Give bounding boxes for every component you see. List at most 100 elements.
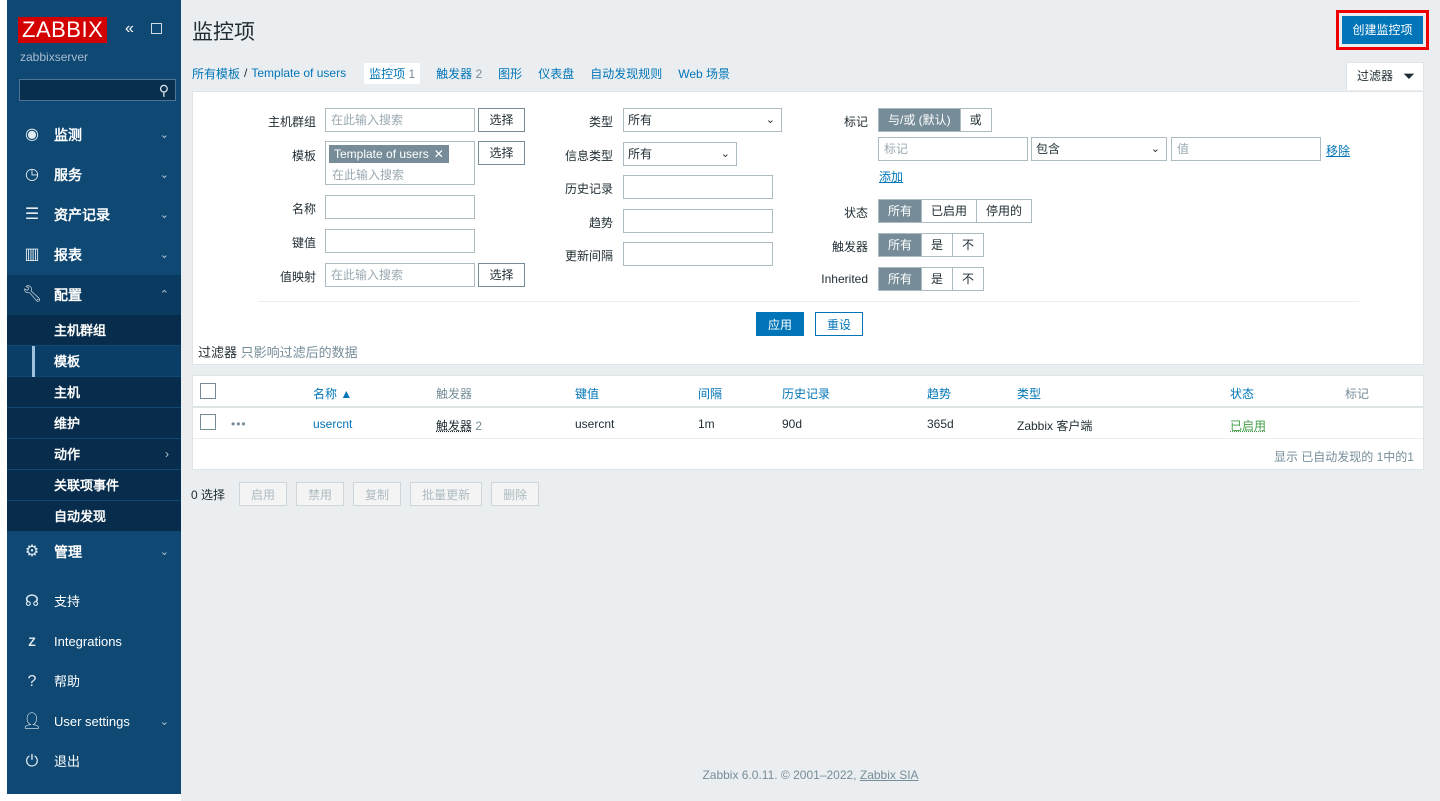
templates-select-button[interactable]: 选择 (478, 141, 525, 165)
copy-button[interactable]: 复制 (353, 482, 402, 506)
breadcrumb-all-templates[interactable]: 所有模板 (192, 65, 240, 82)
tag-add-link[interactable]: 添加 (879, 168, 903, 185)
info-type-select[interactable]: 所有 ⌄ (623, 142, 737, 166)
tab-items[interactable]: 监控项 1 (364, 62, 421, 84)
select-all-checkbox[interactable] (200, 383, 216, 399)
item-status-link[interactable]: 已启用 (1230, 417, 1266, 434)
trends-input[interactable] (623, 209, 773, 233)
host-groups-input[interactable]: 在此输入搜索 (325, 108, 475, 132)
collapse-sidebar-icon[interactable]: « (125, 20, 134, 38)
enable-button[interactable]: 启用 (239, 482, 288, 506)
inherited-label: Inherited (821, 272, 868, 286)
submenu-item-hosts[interactable]: 主机 (7, 377, 181, 408)
triggers-option-no[interactable]: 不 (953, 234, 984, 256)
configuration-submenu: 主机群组 模板 主机 维护 动作 › 关联项事件 自动发现 (7, 315, 181, 532)
create-item-button[interactable]: 创建监控项 (1342, 16, 1423, 44)
history-input[interactable] (623, 175, 773, 199)
row-menu-icon[interactable]: ••• (231, 417, 247, 431)
menu-item-inventory[interactable]: ☰ 资产记录 ⌄ (7, 195, 181, 235)
tags-or-option[interactable]: 或 (960, 109, 991, 131)
kiosk-mode-icon[interactable] (151, 23, 162, 34)
submenu-item-event-correlation[interactable]: 关联项事件 (7, 470, 181, 501)
tag-operator-select[interactable]: 包含 ⌄ (1031, 137, 1167, 161)
inherited-option-all[interactable]: 所有 (879, 268, 923, 290)
tags-and-or-option[interactable]: 与/或 (默认) (879, 109, 961, 131)
inherited-option-yes[interactable]: 是 (922, 268, 954, 290)
submenu-item-discovery[interactable]: 自动发现 (7, 501, 181, 532)
chevron-down-icon: ⌄ (159, 249, 169, 261)
reset-button[interactable]: 重设 (815, 312, 863, 336)
inherited-option-no[interactable]: 不 (953, 268, 984, 290)
tab-triggers[interactable]: 触发器 2 (436, 65, 482, 82)
status-option-enabled[interactable]: 已启用 (922, 200, 978, 222)
col-type[interactable]: 类型 (1017, 385, 1041, 402)
search-icon[interactable]: ⚲ (159, 82, 169, 99)
tab-graphs[interactable]: 图形 (498, 65, 522, 82)
menu-item-monitoring[interactable]: ◉ 监测 ⌄ (7, 115, 181, 155)
footer-link[interactable]: Zabbix SIA (860, 768, 919, 782)
sidebar-search-input[interactable]: ⚲ (19, 79, 176, 101)
menu-item-support[interactable]: ☊ 支持 (7, 582, 181, 622)
host-groups-select-button[interactable]: 选择 (478, 108, 525, 132)
col-trends[interactable]: 趋势 (927, 385, 951, 402)
submenu-item-templates[interactable]: 模板 (7, 346, 181, 377)
menu-item-services[interactable]: ◷ 服务 ⌄ (7, 155, 181, 195)
filter-tab[interactable]: 过滤器 ⏷ (1346, 62, 1424, 90)
row-checkbox[interactable] (200, 414, 216, 430)
menu-item-label: User settings (54, 714, 130, 729)
templates-multiselect[interactable]: Template of users ✕ 在此输入搜索 (325, 141, 475, 185)
templates-search-input[interactable]: 在此输入搜索 (332, 166, 404, 183)
status-option-disabled[interactable]: 停用的 (977, 200, 1032, 222)
col-name[interactable]: 名称 ▲ (313, 385, 352, 402)
main-content: 监控项 创建监控项 所有模板 / Template of users 监控项 1… (181, 0, 1440, 801)
selected-count: 0 选择 (191, 487, 226, 502)
update-interval-input[interactable] (623, 242, 773, 266)
zabbix-logo[interactable]: ZABBIX (18, 17, 108, 43)
menu-item-reports[interactable]: ▥ 报表 ⌄ (7, 235, 181, 275)
col-key[interactable]: 键值 (575, 385, 599, 402)
value-map-input[interactable]: 在此输入搜索 (325, 263, 475, 287)
submenu-item-host-groups[interactable]: 主机群组 (7, 315, 181, 346)
type-select[interactable]: 所有 ⌄ (623, 108, 782, 132)
mass-update-button[interactable]: 批量更新 (410, 482, 483, 506)
question-icon: ? (27, 673, 37, 690)
submenu-item-maintenance[interactable]: 维护 (7, 408, 181, 439)
triggers-option-yes[interactable]: 是 (922, 234, 954, 256)
menu-item-integrations[interactable]: Z Integrations (7, 622, 181, 662)
value-map-select-button[interactable]: 选择 (478, 263, 525, 287)
tag-value-input[interactable]: 值 (1171, 137, 1321, 161)
tag-remove-link[interactable]: 移除 (1326, 142, 1350, 159)
breadcrumb-template[interactable]: Template of users (251, 66, 346, 80)
status-option-all[interactable]: 所有 (879, 200, 923, 222)
name-input[interactable] (325, 195, 475, 219)
tab-discovery-rules[interactable]: 自动发现规则 (590, 65, 662, 82)
chevron-down-icon: ⌄ (159, 209, 169, 221)
tag-name-input[interactable]: 标记 (878, 137, 1028, 161)
menu-item-configuration[interactable]: 🔧︎ 配置 ⌃ (7, 275, 181, 315)
menu-item-help[interactable]: ? 帮助 (7, 662, 181, 702)
col-interval[interactable]: 间隔 (698, 385, 722, 402)
headset-icon: ☊ (24, 593, 40, 610)
triggers-option-all[interactable]: 所有 (879, 234, 923, 256)
close-icon[interactable]: ✕ (434, 147, 444, 161)
col-status[interactable]: 状态 (1230, 385, 1254, 402)
menu-item-label: 资产记录 (54, 207, 110, 223)
type-select-value: 所有 (628, 113, 653, 127)
item-name-link[interactable]: usercnt (313, 417, 352, 431)
menu-item-user-settings[interactable]: 👤︎ User settings ⌄ (7, 702, 181, 742)
item-triggers[interactable]: 触发器 2 (436, 417, 482, 434)
col-history[interactable]: 历史记录 (782, 385, 830, 402)
tab-web-scenarios[interactable]: Web 场景 (678, 65, 730, 82)
disable-button[interactable]: 禁用 (296, 482, 345, 506)
info-type-label: 信息类型 (564, 149, 613, 163)
menu-item-sign-out[interactable]: ⏻ 退出 (7, 742, 181, 782)
key-input[interactable] (325, 229, 475, 253)
menu-item-administration[interactable]: ⚙ 管理 ⌄ (7, 532, 181, 572)
chevron-down-icon: ⌄ (720, 148, 730, 160)
submenu-item-actions[interactable]: 动作 › (7, 439, 181, 470)
tab-dashboards[interactable]: 仪表盘 (538, 65, 574, 82)
delete-button[interactable]: 删除 (491, 482, 540, 506)
apply-button[interactable]: 应用 (756, 312, 804, 336)
trends-label: 趋势 (588, 216, 613, 230)
template-chip-label: Template of users (334, 147, 429, 161)
